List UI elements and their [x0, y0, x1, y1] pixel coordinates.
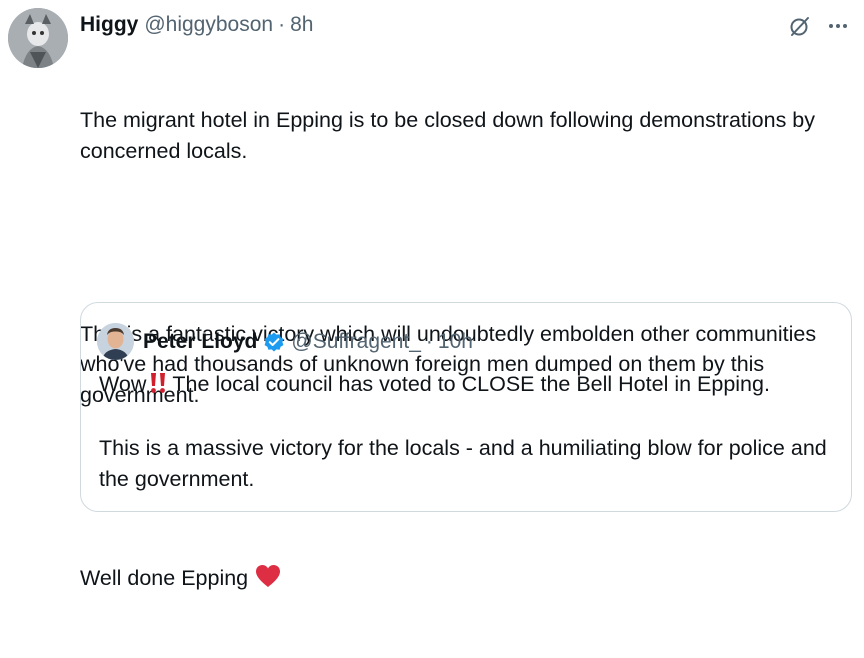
quoted-author-name[interactable]: Peter Lloyd	[143, 330, 257, 354]
quoted-avatar[interactable]	[97, 323, 134, 360]
quoted-line-1: The local council has voted to CLOSE the…	[172, 372, 770, 396]
author-handle[interactable]: @higgyboson	[144, 13, 273, 37]
quoted-tweet[interactable]: Peter Lloyd @Suffragent_ · 10h Wow The lo…	[80, 302, 852, 512]
avatar[interactable]	[8, 8, 68, 68]
tweet-paragraph-1: The migrant hotel in Epping is to be clo…	[80, 108, 821, 163]
quoted-timestamp[interactable]: 10h	[438, 330, 473, 354]
timestamp[interactable]: 8h	[290, 13, 313, 37]
slashed-circle-icon[interactable]	[786, 12, 814, 40]
quoted-text: Wow The local council has voted to CLOSE …	[99, 369, 839, 494]
quoted-avatar-image	[97, 323, 134, 360]
separator-dot: ·	[278, 13, 286, 36]
tweet-paragraph-3: Well done Epping	[80, 563, 855, 598]
verified-badge-icon[interactable]	[263, 331, 285, 353]
quoted-prefix: Wow	[99, 372, 147, 396]
author-name[interactable]: Higgy	[80, 13, 138, 37]
double-exclamation-icon	[148, 372, 168, 403]
quoted-author-handle[interactable]: @Suffragent_	[291, 330, 421, 354]
tweet-paragraph-3-text: Well done Epping	[80, 565, 249, 590]
quoted-paragraph-2: This is a massive victory for the locals…	[99, 436, 827, 491]
quoted-header: Peter Lloyd @Suffragent_ · 10h	[143, 324, 473, 360]
more-dots-icon[interactable]	[824, 12, 852, 40]
heart-icon	[254, 563, 282, 598]
tweet-actions-top	[786, 12, 852, 40]
avatar-image	[8, 8, 68, 68]
tweet-header: Higgy @higgyboson · 8h	[80, 10, 313, 40]
quoted-separator-dot: ·	[425, 330, 433, 353]
quoted-paragraph-1: Wow The local council has voted to CLOSE …	[99, 369, 839, 403]
